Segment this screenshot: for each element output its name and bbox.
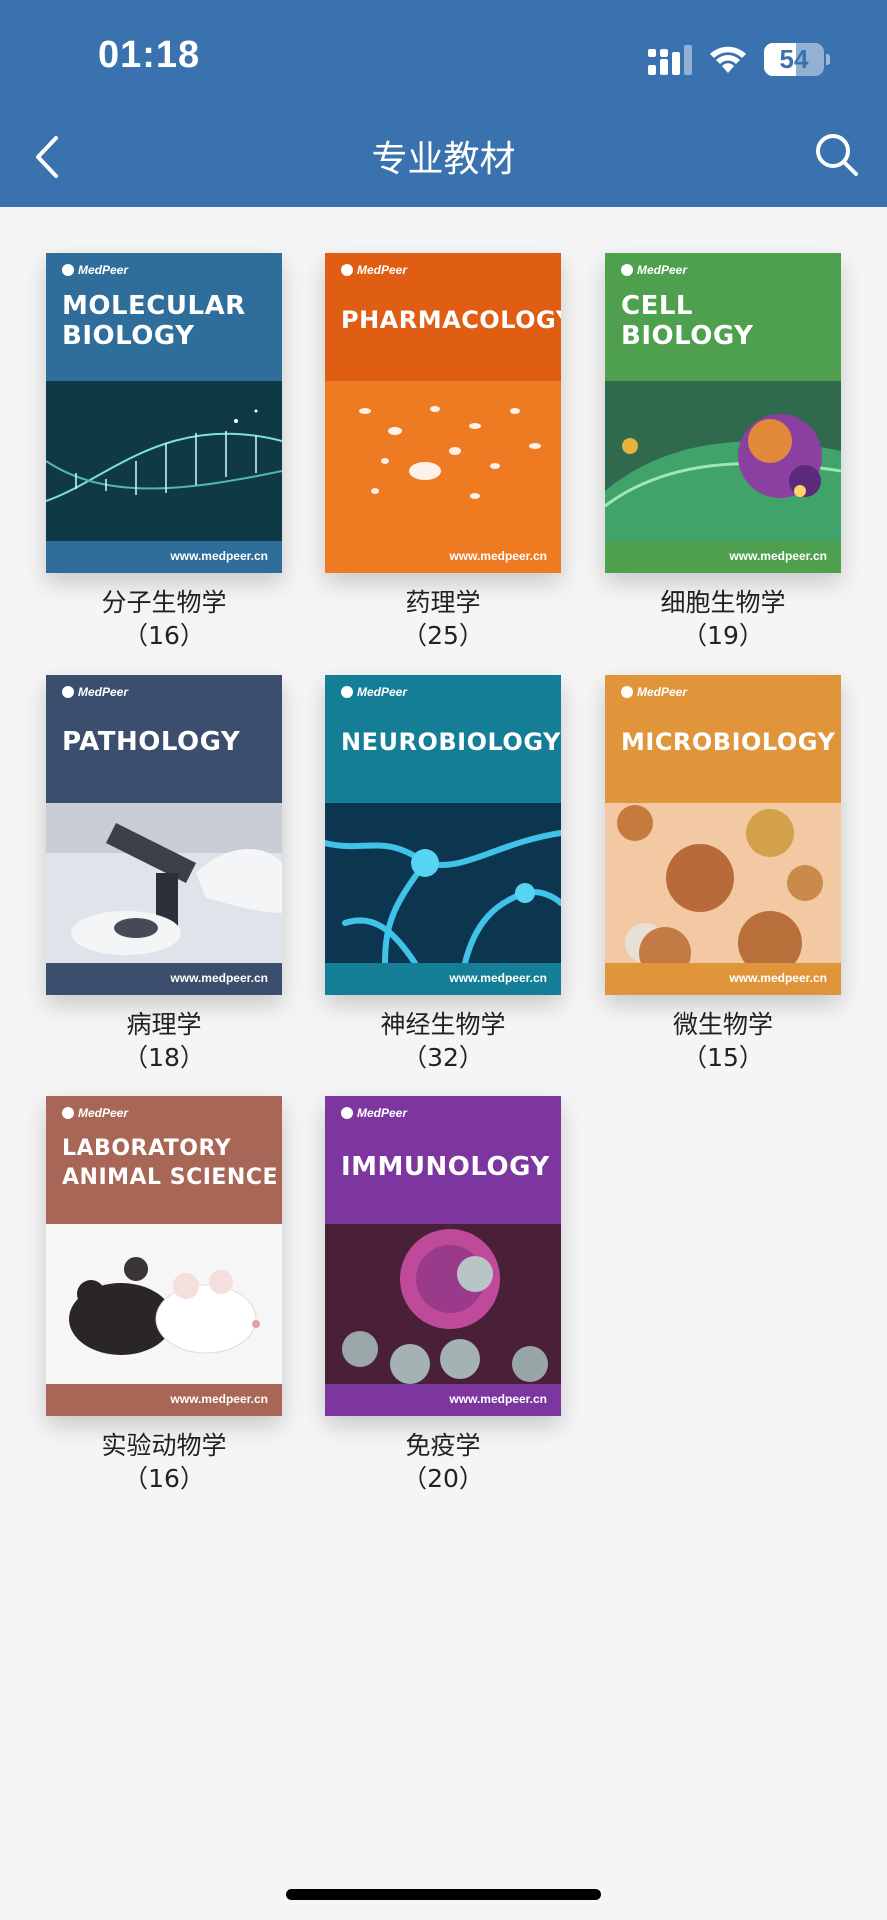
cover-title: PATHOLOGY	[62, 727, 241, 757]
book-cover[interactable]: MedPeer CELL BIOLOGY www.medpeer.cn	[605, 253, 841, 573]
lab-mice-image	[46, 1224, 282, 1384]
book-cover[interactable]: MedPeer PHARMACOLOGY www.medpeer.cn	[325, 253, 561, 573]
cell-membrane-image	[605, 381, 841, 541]
page-title: 专业教材	[371, 139, 516, 180]
medpeer-logo: MedPeer	[62, 685, 128, 699]
wifi-icon	[710, 46, 746, 73]
cover-title: MOLECULAR BIOLOGY	[62, 291, 246, 351]
book-cover[interactable]: MedPeer NEUROBIOLOGY www.medpeer.cn	[325, 675, 561, 995]
dna-helix-image	[46, 381, 282, 541]
battery-percent: 54	[779, 44, 809, 74]
medpeer-logo: MedPeer	[341, 685, 407, 699]
book-item-pathology[interactable]: MedPeer PATHOLOGY www.medpeer.cn 病理学 （18…	[46, 675, 282, 1075]
cover-title: NEUROBIOLOGY	[341, 728, 561, 756]
book-item-neurobiology[interactable]: MedPeer NEUROBIOLOGY www.medpeer.cn 神经生物…	[325, 675, 561, 1075]
book-count: （16）	[123, 1464, 205, 1493]
neuron-image	[325, 803, 561, 963]
book-item-pharmacology[interactable]: MedPeer PHARMACOLOGY www.medpeer.cn 药理学 …	[325, 253, 561, 653]
cover-footer: www.medpeer.cn	[325, 1384, 561, 1416]
book-count: （15）	[682, 1043, 764, 1072]
book-name: 分子生物学	[101, 588, 227, 617]
cover-footer: www.medpeer.cn	[46, 1384, 282, 1416]
book-count: （25）	[402, 621, 484, 650]
book-item-laboratory-animal-science[interactable]: MedPeer LABORATORY ANIMAL SCIENCE www.med…	[46, 1096, 282, 1496]
book-count: （19）	[682, 621, 764, 650]
book-count: （20）	[402, 1464, 484, 1493]
cover-footer: www.medpeer.cn	[46, 541, 282, 573]
book-item-molecular-biology[interactable]: MedPeer MOLECULAR BIOLOGY www.medpeer.cn …	[46, 253, 282, 653]
cover-title: MICROBIOLOGY	[621, 728, 836, 756]
book-cover[interactable]: MedPeer PATHOLOGY www.medpeer.cn	[46, 675, 282, 995]
search-icon[interactable]	[812, 130, 862, 180]
book-name: 病理学	[126, 1010, 202, 1039]
book-cover[interactable]: MedPeer MICROBIOLOGY www.medpeer.cn	[605, 675, 841, 995]
medpeer-logo: MedPeer	[62, 1106, 128, 1120]
virus-image	[605, 803, 841, 963]
cover-footer: www.medpeer.cn	[605, 963, 841, 995]
book-item-microbiology[interactable]: MedPeer MICROBIOLOGY www.medpeer.cn 微生物学…	[605, 675, 841, 1075]
microscope-image	[46, 803, 282, 963]
cover-title: CELL BIOLOGY	[621, 291, 754, 351]
book-name: 微生物学	[672, 1010, 773, 1039]
status-time: 01:18	[98, 34, 201, 76]
book-cover[interactable]: MedPeer LABORATORY ANIMAL SCIENCE www.med…	[46, 1096, 282, 1416]
book-name: 细胞生物学	[660, 588, 786, 617]
cover-title: PHARMACOLOGY	[341, 306, 561, 334]
cover-footer: www.medpeer.cn	[325, 963, 561, 995]
medpeer-logo: MedPeer	[621, 263, 687, 277]
cover-title: IMMUNOLOGY	[341, 1152, 550, 1182]
top-bar: 01:18 54 专业教材	[0, 0, 887, 207]
home-indicator	[286, 1889, 601, 1900]
book-cover[interactable]: MedPeer IMMUNOLOGY www.medpeer.cn	[325, 1096, 561, 1416]
cover-title: LABORATORY ANIMAL SCIENCE	[62, 1136, 279, 1190]
cellular-signal-icon	[648, 45, 692, 75]
book-name: 免疫学	[405, 1431, 481, 1460]
medpeer-logo: MedPeer	[341, 263, 407, 277]
book-count: （16）	[123, 621, 205, 650]
medpeer-logo: MedPeer	[341, 1106, 407, 1120]
cover-footer: www.medpeer.cn	[325, 541, 561, 573]
immune-cell-image	[325, 1224, 561, 1384]
battery-icon: 54	[764, 43, 830, 76]
battery-body: 54	[764, 43, 824, 76]
medpeer-logo: MedPeer	[62, 263, 128, 277]
book-item-cell-biology[interactable]: MedPeer CELL BIOLOGY www.medpeer.cn 细胞生物学…	[605, 253, 841, 653]
book-count: （32）	[402, 1043, 484, 1072]
medpeer-logo: MedPeer	[621, 685, 687, 699]
book-name: 药理学	[405, 588, 481, 617]
book-count: （18）	[123, 1043, 205, 1072]
cover-footer: www.medpeer.cn	[605, 541, 841, 573]
book-name: 神经生物学	[380, 1010, 506, 1039]
book-name: 实验动物学	[101, 1431, 227, 1460]
pills-image	[325, 381, 561, 541]
cover-footer: www.medpeer.cn	[46, 963, 282, 995]
battery-nub	[826, 54, 830, 65]
book-item-immunology[interactable]: MedPeer IMMUNOLOGY www.medpeer.cn 免疫学 （2…	[325, 1096, 561, 1496]
book-cover[interactable]: MedPeer MOLECULAR BIOLOGY www.medpeer.cn	[46, 253, 282, 573]
